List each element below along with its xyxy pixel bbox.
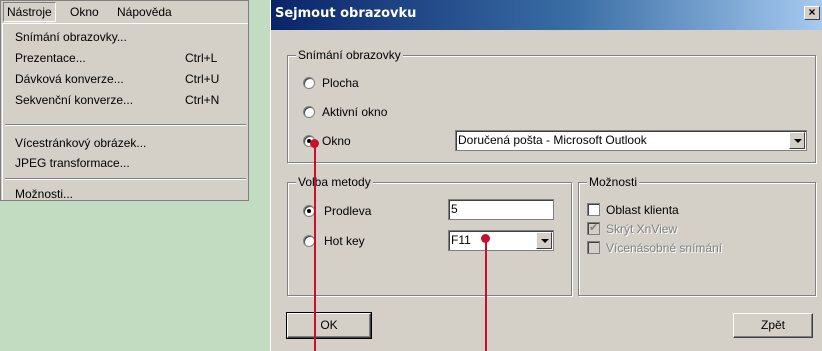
radio-active-window-label: Aktivní okno — [322, 105, 388, 119]
menu-item-shortcut: Ctrl+U — [185, 72, 220, 86]
menu-item-label: JPEG transformace... — [15, 156, 130, 170]
capture-group-legend: Snímání obrazovky — [296, 48, 403, 62]
radio-window-label: Okno — [322, 134, 351, 148]
menu-item-screen-capture[interactable]: Snímání obrazovky... — [3, 27, 248, 47]
menu-item-sequential-convert[interactable]: Sekvenční konverze... Ctrl+N — [3, 90, 248, 110]
checkbox-multiple-capture-label: Vícenásobné snímání — [606, 241, 723, 255]
dialog-titlebar[interactable]: Sejmout obrazovku × — [271, 0, 822, 30]
checkbox-client-area-label: Oblast klienta — [606, 203, 679, 217]
options-group-legend: Možnosti — [587, 175, 640, 189]
menu-item-label: Snímání obrazovky... — [15, 30, 127, 44]
back-button[interactable]: Zpět — [733, 313, 813, 338]
chevron-down-icon[interactable] — [536, 232, 552, 249]
menu-item-jpeg-transform[interactable]: JPEG transformace... — [3, 153, 248, 173]
radio-desktop[interactable] — [303, 77, 315, 89]
window-select[interactable]: Doručená pošta - Microsoft Outlook — [455, 130, 807, 151]
chevron-down-icon[interactable] — [789, 132, 805, 149]
menu-separator — [5, 124, 246, 126]
menu-item-label: Prezentace... — [15, 51, 86, 65]
menu-item-slideshow[interactable]: Prezentace... Ctrl+L — [3, 48, 248, 68]
capture-group: Snímání obrazovky Plocha Aktivní okno Ok… — [287, 48, 816, 163]
checkbox-multiple-capture[interactable] — [587, 241, 600, 254]
checkbox-hide-xnview[interactable]: ✔ — [587, 222, 600, 235]
menu-item-label: Dávková konverze... — [15, 72, 124, 86]
menu-item-label: Možnosti... — [15, 187, 74, 201]
ok-button[interactable]: OK — [286, 312, 372, 339]
method-group: Volba metody Prodleva 5 Hot key F11 — [287, 175, 572, 296]
radio-delay-label: Prodleva — [324, 204, 372, 218]
dialog-title: Sejmout obrazovku — [275, 6, 417, 21]
radio-hotkey-label: Hot key — [324, 234, 365, 248]
menu-item-multipage-image[interactable]: Vícestránkový obrázek... — [3, 133, 248, 153]
method-group-legend: Volba metody — [296, 175, 373, 189]
menubar: Nástroje Okno Nápověda — [1, 1, 248, 23]
menu-item-shortcut: Ctrl+L — [185, 51, 218, 65]
menu-nastroje[interactable]: Nástroje — [3, 2, 56, 22]
hotkey-select-value: F11 — [451, 233, 471, 247]
checkbox-hide-xnview-label: Skrýt XnView — [606, 222, 678, 236]
radio-active-window[interactable] — [303, 106, 315, 118]
annotation-line — [485, 242, 487, 351]
hotkey-select[interactable]: F11 — [448, 230, 554, 251]
checkbox-client-area[interactable] — [587, 203, 600, 216]
checkmark-icon: ✔ — [589, 222, 599, 234]
tools-menu: Nástroje Okno Nápověda Snímání obrazovky… — [0, 0, 249, 201]
close-icon[interactable]: × — [804, 6, 820, 20]
annotation-line — [314, 147, 316, 351]
window-select-value: Doručená pošta - Microsoft Outlook — [458, 133, 647, 147]
menu-napoveda[interactable]: Nápověda — [114, 3, 175, 21]
menu-item-shortcut: Ctrl+N — [185, 93, 220, 107]
menu-separator — [5, 178, 246, 180]
delay-input-value: 5 — [451, 202, 458, 216]
tools-dropdown: Snímání obrazovky... Prezentace... Ctrl+… — [2, 23, 248, 201]
menu-okno[interactable]: Okno — [67, 3, 102, 21]
menu-item-options[interactable]: Možnosti... — [3, 184, 248, 204]
capture-dialog: Sejmout obrazovku × Snímání obrazovky Pl… — [270, 0, 822, 351]
radio-desktop-label: Plocha — [322, 76, 359, 90]
options-group: Možnosti Oblast klienta ✔ Skrýt XnView V… — [578, 175, 816, 296]
radio-selected-dot — [307, 209, 311, 213]
delay-input[interactable]: 5 — [448, 199, 554, 220]
menu-item-label: Vícestránkový obrázek... — [15, 136, 147, 150]
menu-item-label: Sekvenční konverze... — [15, 93, 134, 107]
menu-item-batch-convert[interactable]: Dávková konverze... Ctrl+U — [3, 69, 248, 89]
